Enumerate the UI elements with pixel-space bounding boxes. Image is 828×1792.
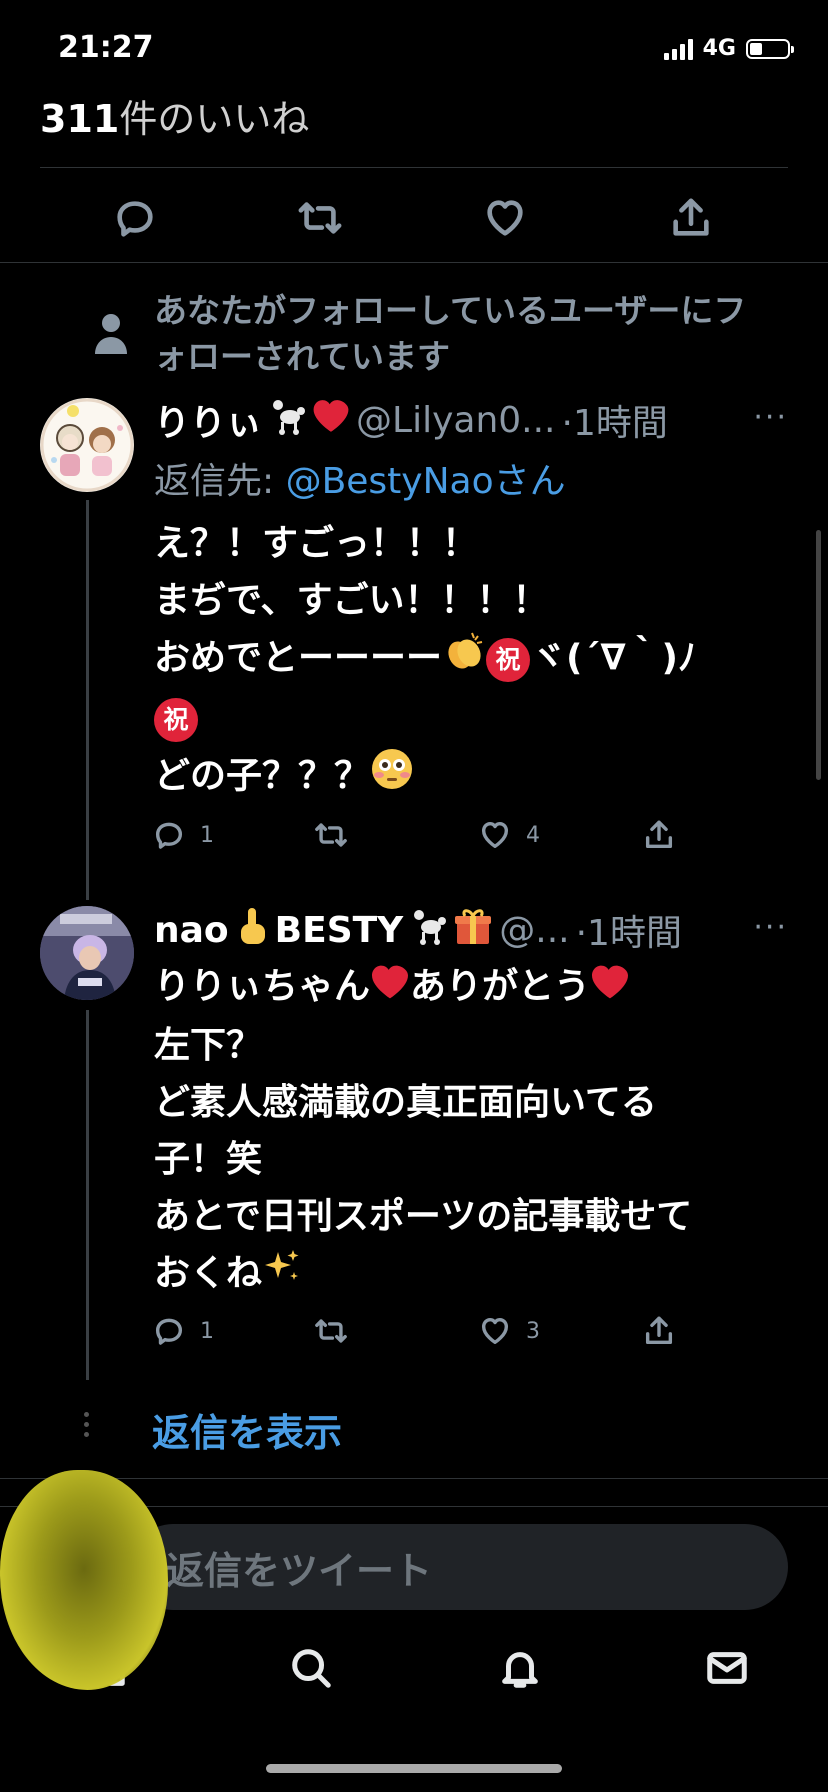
redaction-smudge [0,1470,168,1690]
network-label: 4G [702,36,736,61]
kaomoji: ヾ(´∇｀)ﾉ [530,637,697,679]
divider [0,262,828,263]
like-icon [481,821,509,849]
thread-line [86,500,89,900]
share-icon [645,1316,673,1345]
like-count: 4 [526,822,540,848]
share-button[interactable] [642,818,676,852]
reply-button[interactable]: 1 [152,818,214,852]
like-count: 3 [526,1318,540,1344]
tweet-actions: 1 3 [152,1314,692,1354]
main-action-bar [0,195,828,245]
like-icon [481,1317,509,1345]
person-icon [92,312,130,356]
tweet-body: りりぃちゃん ありがとう 左下？ ど素人感満載の真正面向いてる 子！笑 あとで日刊… [154,958,804,1303]
reply-header: りりぃ @Lilyan0... ·1時間 [154,394,668,446]
tweet-line-3: おめでとーーーー 祝ヾ(´∇｀)ﾉ [154,629,804,690]
gift-emoji [453,906,493,955]
share-icon [645,820,673,849]
more-icon[interactable]: ··· [753,400,788,435]
status-indicators: 4G [663,36,794,61]
reply-button[interactable]: 1 [152,1314,214,1348]
reply-icon[interactable] [112,195,158,241]
retweet-button[interactable] [314,1314,348,1348]
tweet-line-7: おくね [154,1245,804,1304]
retweet-icon [315,823,347,847]
scrollbar[interactable] [816,530,821,780]
tweet-line: 子！笑 [154,1138,263,1180]
sparkles-emoji [262,1246,302,1303]
social-context-text: あなたがフォローしているユーザーにフォローされています [154,291,747,376]
heart-emoji [590,960,630,1017]
likes-count-line[interactable]: 311件のいいね [40,88,309,143]
battery-icon [746,38,794,59]
tweet-text-fragment: おめでとーーーー [154,637,443,679]
tweet-line-5: どの子？？？ [154,747,804,808]
tweet-text-fragment: りりぃちゃん [154,966,371,1007]
like-button[interactable]: 4 [478,818,540,852]
timestamp[interactable]: ·1時間 [576,904,682,956]
thread-dots-icon [84,1412,89,1437]
clapping-hands-emoji [442,629,486,690]
tweet-line: まぢで、すごい！！！！ [154,580,549,621]
reply-icon [155,1318,183,1345]
more-icon[interactable]: ··· [753,910,788,945]
tweet-actions: 1 4 [152,818,692,858]
poodle-emoji [409,907,447,954]
share-button[interactable] [642,1314,676,1348]
avatar[interactable] [40,398,134,492]
avatar[interactable] [40,906,134,1000]
tweet-line: え？！すごっ！！！ [154,523,479,564]
flushed-face-emoji [370,747,414,808]
reply-to-mention[interactable]: @BestyNaoさん [286,461,566,502]
tweet-line: 左下？ [154,1024,263,1066]
timestamp[interactable]: ·1時間 [562,394,668,446]
tweet-text-fragment: ありがとう [410,966,591,1007]
tweet-line-1: りりぃちゃん ありがとう [154,958,804,1017]
display-name[interactable]: りりぃ [154,394,262,446]
likes-suffix: 件のいいね [119,97,310,141]
reply-to-prefix: 返信先: [154,461,286,502]
tweet-line-4: 祝 [154,690,804,747]
tweet-body: え？！すごっ！！！ まぢで、すごい！！！！ おめでとーーーー祝ヾ(´∇｀)ﾉ 祝… [154,515,804,808]
handle[interactable]: @Lilyan0... [356,400,555,441]
tweet-line: ど素人感満載の真正面向いてる [154,1081,657,1123]
divider [0,1478,828,1479]
poodle-emoji [268,397,306,444]
divider [40,167,788,168]
tweet-text-fragment: どの子？？？ [154,755,371,797]
notifications-bell-icon[interactable] [497,1645,543,1691]
search-icon[interactable] [288,1645,334,1691]
heart-emoji [370,960,410,1017]
tweet-line: あとで日刊スポーツの記事載せて [154,1195,693,1237]
home-indicator[interactable] [266,1764,562,1773]
reply-count: 1 [200,1318,214,1344]
messages-mail-icon[interactable] [704,1645,750,1691]
reply-header: nao BESTY @... ·1時間 [154,904,682,956]
likes-count: 311 [40,97,120,141]
reply-to-line: 返信先: @BestyNaoさん [154,452,566,504]
reply-icon [155,822,183,849]
like-icon[interactable] [482,195,528,241]
tweet-text-fragment: おくね [154,1252,263,1294]
like-button[interactable]: 3 [478,1314,540,1348]
celebration-badge-icon: 祝 [154,698,198,742]
reply-count: 1 [200,822,214,848]
reply-placeholder: 返信をツイート [166,1549,433,1593]
retweet-button[interactable] [314,818,348,852]
celebration-badge-icon: 祝 [486,637,531,682]
handle[interactable]: @... [499,910,569,951]
display-name[interactable]: nao [154,910,229,951]
show-replies-link[interactable]: 返信を表示 [152,1402,342,1457]
thread-line [86,1010,89,1380]
display-name-2[interactable]: BESTY [275,910,404,951]
share-icon[interactable] [668,195,714,241]
retweet-icon[interactable] [297,195,343,241]
heart-emoji [312,398,350,443]
retweet-icon [315,1319,347,1343]
signal-icon [663,38,693,60]
pointing-up-emoji [235,906,269,955]
status-time: 21:27 [58,30,154,65]
